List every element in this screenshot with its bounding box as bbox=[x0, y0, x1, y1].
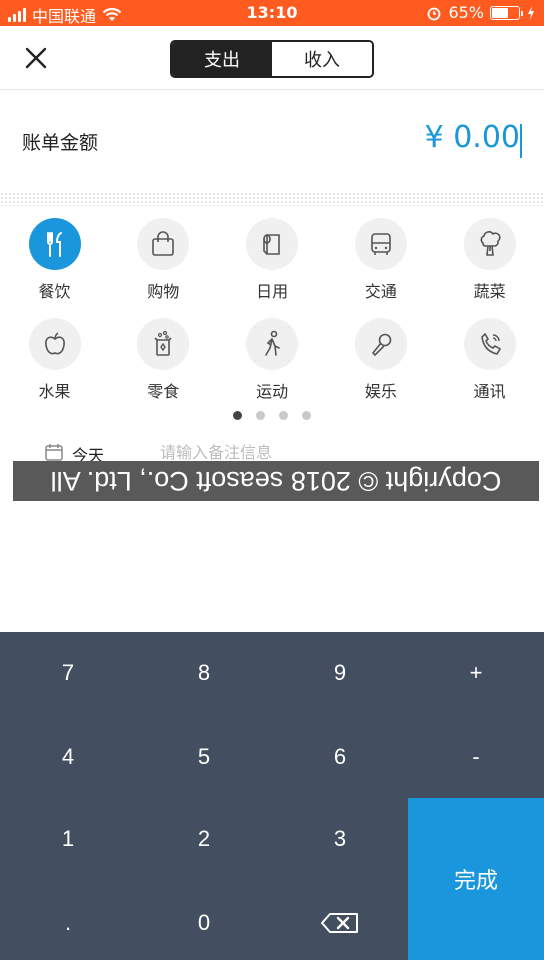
category-item[interactable]: 日用 bbox=[218, 218, 327, 302]
alarm-icon bbox=[428, 7, 441, 20]
status-bar: 中国联通 13:10 65% bbox=[0, 0, 544, 26]
keypad-key[interactable]: 5 bbox=[136, 716, 272, 798]
category-item[interactable]: 娱乐 bbox=[326, 318, 435, 402]
category-label: 运动 bbox=[256, 382, 289, 401]
category-label: 通讯 bbox=[473, 382, 506, 401]
done-button[interactable]: 完成 bbox=[408, 798, 544, 960]
tissue-roll-icon bbox=[246, 218, 299, 270]
category-label: 水果 bbox=[38, 382, 71, 401]
keypad-key[interactable]: 2 bbox=[136, 798, 272, 880]
category-item[interactable]: 交通 bbox=[326, 218, 435, 302]
phone-icon bbox=[463, 318, 516, 370]
backspace-key[interactable] bbox=[272, 882, 408, 960]
keypad-key[interactable]: 6 bbox=[272, 716, 408, 798]
status-right: 65% bbox=[426, 3, 536, 22]
apple-icon bbox=[28, 318, 81, 370]
header: 支出 收入 bbox=[0, 26, 544, 90]
category-item[interactable]: 餐饮 bbox=[0, 218, 109, 302]
battery-icon bbox=[490, 5, 523, 20]
utensils-icon bbox=[28, 218, 81, 270]
page-dot[interactable] bbox=[256, 411, 265, 420]
close-icon[interactable] bbox=[20, 42, 52, 74]
dotted-divider bbox=[0, 192, 544, 206]
category-item[interactable]: 购物 bbox=[109, 218, 218, 302]
category-label: 娱乐 bbox=[364, 382, 397, 401]
category-item[interactable]: 蔬菜 bbox=[435, 218, 544, 302]
number-keypad: 完成 7 8 9 +4 5 6- 1 2 3. 0 bbox=[0, 632, 544, 960]
category-item[interactable]: 水果 bbox=[0, 318, 109, 402]
charging-icon bbox=[528, 5, 534, 20]
page-dot[interactable] bbox=[279, 411, 288, 420]
keypad-key[interactable]: 0 bbox=[136, 882, 272, 960]
keypad-key[interactable]: + bbox=[408, 632, 544, 714]
keypad-key[interactable]: 9 bbox=[272, 632, 408, 714]
keypad-key[interactable]: 1 bbox=[0, 798, 136, 880]
amount-label: 账单金额 bbox=[22, 132, 99, 154]
category-label: 餐饮 bbox=[38, 282, 71, 301]
keypad-key[interactable]: 7 bbox=[0, 632, 136, 714]
microphone-icon bbox=[354, 318, 407, 370]
keypad-key[interactable]: - bbox=[408, 716, 544, 798]
category-label: 零食 bbox=[147, 382, 180, 401]
type-segment-control: 支出 收入 bbox=[170, 40, 374, 78]
keypad-key[interactable]: 4 bbox=[0, 716, 136, 798]
bus-icon bbox=[354, 218, 407, 270]
category-item[interactable]: 通讯 bbox=[435, 318, 544, 402]
category-label: 购物 bbox=[147, 282, 180, 301]
tab-income[interactable]: 收入 bbox=[272, 42, 372, 76]
copyright-watermark: Copyright © 2018 seasoft Co., Ltd. All bbox=[13, 461, 539, 501]
battery-percent: 65% bbox=[448, 3, 484, 22]
shopping-bag-icon bbox=[137, 218, 190, 270]
category-label: 交通 bbox=[364, 282, 397, 301]
amount-row[interactable]: 账单金额 ¥ 0.00 bbox=[0, 90, 544, 192]
running-icon bbox=[246, 318, 299, 370]
backspace-icon bbox=[321, 913, 358, 933]
keypad-key[interactable]: 3 bbox=[272, 798, 408, 880]
tab-expense[interactable]: 支出 bbox=[172, 42, 272, 76]
calendar-icon[interactable] bbox=[44, 442, 64, 462]
amount-value: ¥ 0.00 bbox=[424, 120, 520, 155]
snack-icon bbox=[137, 318, 190, 370]
broccoli-icon bbox=[463, 218, 516, 270]
page-dot[interactable] bbox=[233, 411, 242, 420]
page-dot[interactable] bbox=[302, 411, 311, 420]
category-item[interactable]: 零食 bbox=[109, 318, 218, 402]
keypad-key[interactable]: 8 bbox=[136, 632, 272, 714]
category-item[interactable]: 运动 bbox=[218, 318, 327, 402]
category-label: 日用 bbox=[256, 282, 289, 301]
page-indicator bbox=[0, 411, 544, 420]
text-cursor bbox=[520, 124, 522, 158]
keypad-key[interactable]: . bbox=[0, 882, 136, 960]
category-label: 蔬菜 bbox=[473, 282, 506, 301]
